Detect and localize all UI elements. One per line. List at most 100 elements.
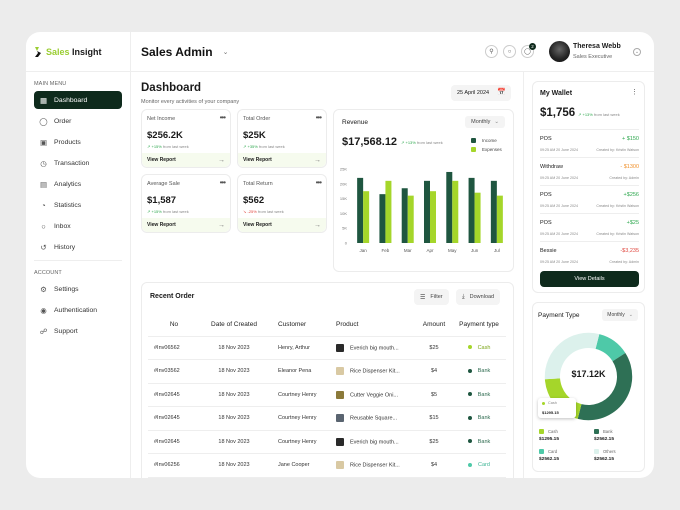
chevron-down-icon[interactable]: ⌄ [223, 48, 229, 56]
donut-segment-bank[interactable] [577, 353, 633, 421]
bar-expenses-jan[interactable] [363, 191, 370, 243]
sidebar-item-authentication[interactable]: ◉ Authentication [34, 301, 122, 319]
sidebar-item-products[interactable]: ▣ Products [34, 133, 122, 151]
x-tick-label: Apr [426, 248, 434, 253]
column-header[interactable]: Product [336, 313, 416, 337]
change-value: +13% [405, 140, 416, 145]
notifications-button[interactable]: ◯ 2 [521, 43, 536, 58]
bar-income-jan[interactable] [357, 177, 364, 243]
transaction-item[interactable]: POS +$25 09:25 AM 20 June 2024 Created b… [540, 213, 639, 241]
view-report-link[interactable]: View Report → [142, 153, 230, 167]
column-header[interactable]: Date of Created [200, 313, 268, 337]
bar-expenses-jul[interactable] [496, 195, 503, 243]
legend-swatch [471, 138, 476, 143]
status-dot-icon [468, 462, 473, 467]
order-customer: Eleanor Pena [268, 359, 336, 384]
sidebar-item-history[interactable]: ↺ History [34, 238, 122, 256]
order-amount: $25 [416, 336, 452, 360]
workspace-title[interactable]: Sales Admin [141, 45, 213, 59]
transaction-creator: Created by: Kristin Watson [596, 204, 639, 208]
transaction-item[interactable]: POS + $150 09:25 AM 20 June 2024 Created… [540, 129, 639, 157]
more-options-icon[interactable]: ••• [220, 178, 226, 187]
sidebar-item-settings[interactable]: ⚙ Settings [34, 280, 122, 298]
bar-expenses-apr[interactable] [430, 191, 436, 243]
tooltip-swatch [542, 401, 545, 405]
product-name: Reusable Square... [350, 415, 398, 422]
avatar[interactable] [549, 41, 570, 62]
sidebar-item-label: Dashboard [54, 96, 88, 104]
view-report-link[interactable]: View Report → [142, 218, 230, 232]
sidebar-item-transaction[interactable]: ◷ Transaction [34, 154, 122, 172]
view-report-link[interactable]: View Report → [238, 153, 326, 167]
table-row[interactable]: #Inv03562 18 Nov 2023 Eleanor Pena Rice … [148, 359, 506, 384]
brand[interactable]: Sales Insight [26, 32, 130, 72]
order-amount: $15 [416, 406, 452, 431]
sidebar-item-statistics[interactable]: ◔ Statistics [34, 196, 122, 214]
transaction-name: POS [540, 192, 552, 198]
bar-income-may[interactable] [446, 171, 453, 243]
sidebar-item-label: Order [54, 117, 72, 125]
user-menu-button[interactable]: ⌄ [633, 48, 641, 56]
filter-button[interactable]: ☰ Filter [414, 289, 449, 305]
legend-label: Card [548, 449, 558, 454]
bar-income-jul[interactable] [490, 180, 497, 243]
sidebar-item-dashboard[interactable]: ▦ Dashboard [34, 91, 122, 109]
view-report-label: View Report [243, 157, 272, 163]
payment-label: Bank [477, 368, 491, 375]
column-header[interactable]: Payment type [452, 313, 506, 337]
legend-value: $2562.15 [539, 457, 560, 462]
bar-expenses-feb[interactable] [385, 180, 392, 243]
revenue-period-select[interactable]: Monthly ⌄ [465, 116, 505, 128]
change-suffix: from last week [257, 144, 285, 149]
column-header[interactable]: Customer [268, 313, 336, 337]
chevron-down-icon: ⌄ [494, 119, 499, 125]
download-icon: ⤓ [462, 293, 465, 300]
sidebar-item-support[interactable]: ☍ Support [34, 322, 122, 340]
more-options-icon[interactable]: ••• [316, 113, 322, 122]
payment-period-select[interactable]: Monthly ⌄ [602, 309, 638, 321]
bar-income-mar[interactable] [401, 188, 408, 243]
sidebar-item-inbox[interactable]: ○ Inbox [34, 217, 122, 235]
table-row[interactable]: #Inv02645 18 Nov 2023 Courtney Henry Reu… [148, 406, 506, 431]
trend-up-icon: ↗ [243, 144, 247, 149]
bar-income-feb[interactable] [379, 194, 386, 243]
transaction-item[interactable]: Bessie -$3,235 09:25 AM 20 June 2024 Cre… [540, 241, 639, 269]
order-date: 18 Nov 2023 [200, 477, 268, 478]
search-button[interactable]: ⚲ [485, 45, 498, 58]
table-row[interactable]: #Inv06562 18 Nov 2023 Henry, Arthur Ever… [148, 336, 506, 360]
sidebar-item-analytics[interactable]: ▤ Analytics [34, 175, 122, 193]
bar-income-jun[interactable] [468, 177, 475, 243]
transaction-item[interactable]: POS +$256 09:25 AM 20 June 2024 Created … [540, 185, 639, 213]
bar-expenses-mar[interactable] [407, 195, 414, 243]
table-row[interactable]: #Inv02645 18 Nov 2023 Courtney Henry Cut… [148, 383, 506, 407]
view-details-button[interactable]: View Details [540, 271, 639, 287]
table-row[interactable]: #Inv02645 18 Nov 2023 Courtney Henry Eve… [148, 430, 506, 454]
more-options-icon[interactable]: ••• [316, 178, 322, 187]
order-amount: $4 [416, 453, 452, 478]
legend-value: $2562.15 [594, 437, 615, 442]
column-header[interactable]: No [148, 313, 200, 337]
search-icon: ⚲ [489, 49, 494, 55]
arrow-right-icon: → [314, 156, 321, 164]
download-label: Download [469, 294, 495, 300]
stat-change: ↘ -25% from last week [243, 209, 284, 214]
period-value: Monthly [471, 119, 491, 125]
date-picker[interactable]: 25 April 2024 📅 [451, 85, 511, 101]
payment-label: Cash [477, 344, 491, 351]
revenue-chart: 0 5K 10K 15K 20K 25K Jan Feb Mar Apr May Jun Jul [340, 167, 503, 253]
sidebar-item-order[interactable]: ◯ Order [34, 112, 122, 130]
download-button[interactable]: ⤓ Download [456, 289, 501, 305]
box-icon: ▣ [39, 137, 48, 147]
transaction-name: POS [540, 136, 552, 142]
transaction-item[interactable]: Withdraw - $1300 09:25 AM 20 June 2024 C… [540, 157, 639, 185]
bar-expenses-may[interactable] [452, 180, 459, 243]
column-header[interactable]: Amount [416, 313, 452, 337]
more-options-icon[interactable]: ⋮ [631, 88, 638, 96]
table-row[interactable]: #Inv06256 18 Nov 2023 Jane Cooper New Ba… [148, 477, 506, 478]
table-row[interactable]: #Inv06256 18 Nov 2023 Jane Cooper Rice D… [148, 453, 506, 478]
bar-expenses-jun[interactable] [474, 192, 481, 243]
bar-income-apr[interactable] [424, 180, 430, 243]
view-report-link[interactable]: View Report → [238, 218, 326, 232]
more-options-icon[interactable]: ••• [220, 113, 226, 122]
messages-button[interactable]: ○ [503, 45, 516, 58]
